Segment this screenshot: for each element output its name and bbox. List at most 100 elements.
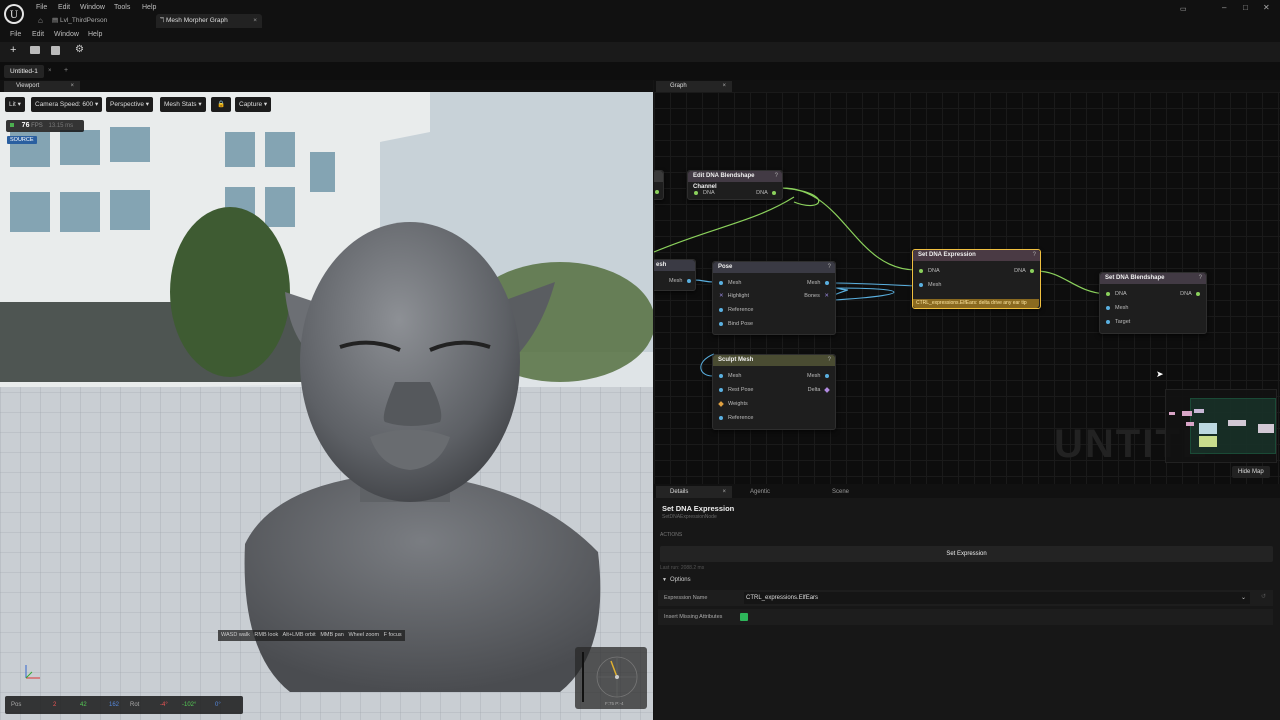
menu-help[interactable]: Help bbox=[142, 4, 156, 11]
menu-file[interactable]: File bbox=[36, 4, 47, 11]
pin-mesh-in[interactable]: Mesh bbox=[1106, 305, 1128, 311]
node-header: Set DNA Blendshape? bbox=[1100, 273, 1206, 284]
menu-edit[interactable]: Edit bbox=[58, 4, 70, 11]
hide-map-button[interactable]: Hide Map bbox=[1232, 466, 1270, 478]
pin-mesh-in[interactable]: Mesh bbox=[719, 280, 741, 286]
home-icon[interactable]: ⌂ bbox=[38, 16, 43, 25]
viewport[interactable]: Lit ▾ Camera Speed: 600 ▾ Perspective ▾ … bbox=[0, 92, 653, 720]
menu-window[interactable]: Window bbox=[80, 4, 105, 11]
settings-icon[interactable]: ⚙ bbox=[75, 44, 84, 55]
pin-delta-out[interactable]: Delta bbox=[808, 386, 830, 393]
source-control-icon[interactable]: ▭ bbox=[1180, 5, 1187, 13]
graph-tab-close-icon[interactable]: × bbox=[722, 81, 726, 92]
hint-item: RMB look bbox=[254, 632, 279, 638]
viewport-tab[interactable]: Viewport × bbox=[4, 81, 80, 92]
rot-y[interactable]: -102° bbox=[182, 696, 196, 714]
unreal-logo[interactable]: U bbox=[4, 4, 24, 24]
perspective-button[interactable]: Perspective ▾ bbox=[106, 97, 154, 112]
node-title: Set DNA Blendshape bbox=[1105, 275, 1165, 281]
submenu-window[interactable]: Window bbox=[54, 31, 79, 38]
tab-agentic[interactable]: Agentic bbox=[750, 486, 770, 498]
pin-dna-in[interactable]: DNA bbox=[919, 268, 940, 274]
lit-button[interactable]: Lit ▾ bbox=[5, 97, 25, 112]
node-set-dna-blendshape[interactable]: Set DNA Blendshape? DNA Mesh Target DNA bbox=[1099, 272, 1207, 334]
pos-z[interactable]: 162 bbox=[109, 696, 119, 714]
pin-mesh-out[interactable]: Mesh bbox=[669, 278, 691, 284]
pin-mesh-out[interactable]: Mesh bbox=[807, 280, 829, 286]
tab-level[interactable]: ▤ Lvl_ThirdPerson bbox=[52, 15, 107, 27]
pin-dna-out[interactable]: DNA bbox=[1014, 268, 1034, 274]
node-graph-canvas[interactable]: UNTITL Edit DNA Blendshape Channel? DNA … bbox=[654, 92, 1280, 484]
maximize-icon[interactable]: □ bbox=[1243, 3, 1248, 12]
close-window-icon[interactable]: ✕ bbox=[1263, 3, 1270, 12]
tab-mesh-morpher[interactable]: ℸ Mesh Morpher Graph × bbox=[156, 14, 262, 28]
node-edit-dna-blendshape-channel[interactable]: Edit DNA Blendshape Channel? DNA DNA bbox=[687, 170, 783, 200]
graph-tab-label: Graph bbox=[670, 83, 687, 89]
add-icon[interactable]: + bbox=[10, 44, 16, 56]
menu-tools[interactable]: Tools bbox=[114, 4, 130, 11]
open-folder-icon[interactable] bbox=[30, 46, 40, 54]
pin-bind-pose-in[interactable]: Bind Pose bbox=[719, 321, 753, 327]
set-expression-button[interactable]: Set Expression bbox=[660, 546, 1273, 562]
minimize-icon[interactable]: – bbox=[1222, 3, 1226, 12]
rot-x[interactable]: -4° bbox=[160, 696, 168, 714]
capture-button[interactable]: Capture ▾ bbox=[235, 97, 272, 112]
pin-target-in[interactable]: Target bbox=[1106, 319, 1130, 325]
mesh-stats-button[interactable]: Mesh Stats ▾ bbox=[160, 97, 206, 112]
pin-dna-out[interactable]: DNA bbox=[756, 190, 776, 196]
help-icon[interactable]: ? bbox=[775, 171, 778, 182]
save-icon[interactable] bbox=[51, 46, 60, 55]
doc-tab-close-icon[interactable]: × bbox=[48, 68, 52, 74]
pin-dna-in[interactable]: DNA bbox=[694, 190, 715, 196]
graph-minimap[interactable] bbox=[1165, 389, 1277, 463]
new-tab-icon[interactable]: + bbox=[64, 67, 68, 74]
camera-speed-button[interactable]: Camera Speed: 600 ▾ bbox=[31, 97, 103, 112]
submenu-help[interactable]: Help bbox=[88, 31, 102, 38]
minimap-node bbox=[1228, 420, 1246, 426]
rot-z[interactable]: 0° bbox=[215, 696, 221, 714]
pin-mesh-in[interactable]: Mesh bbox=[719, 373, 741, 379]
help-icon[interactable]: ? bbox=[1033, 250, 1036, 261]
node-title: Set DNA Expression bbox=[918, 252, 976, 258]
pin-reference-in[interactable]: Reference bbox=[719, 307, 753, 313]
node-sculpt-mesh[interactable]: Sculpt Mesh? Mesh Rest Pose Weights Refe… bbox=[712, 354, 836, 430]
pin-bones-out[interactable]: Bones ✕ bbox=[804, 293, 829, 299]
pin-highlight-in[interactable]: ✕ Highlight bbox=[719, 293, 749, 299]
node-partial-top[interactable] bbox=[654, 170, 664, 200]
node-mesh-partial[interactable]: esh Mesh bbox=[654, 259, 696, 291]
pin-dna-in[interactable]: DNA bbox=[1106, 291, 1127, 297]
pos-x[interactable]: 2 bbox=[53, 696, 56, 714]
graph-tab[interactable]: Graph × bbox=[656, 81, 732, 92]
compass-widget[interactable]: F:75 P:-4 bbox=[575, 647, 647, 709]
last-run-text: Last run: 2088.2 ms bbox=[660, 565, 705, 571]
pin-mesh-in[interactable]: Mesh bbox=[919, 282, 941, 288]
pin-rest-pose-in[interactable]: Rest Pose bbox=[719, 387, 753, 393]
lock-icon[interactable]: 🔒 bbox=[211, 97, 231, 112]
node-partial-head bbox=[654, 171, 663, 182]
node-pose[interactable]: Pose? Mesh ✕ Highlight Reference Bind Pos… bbox=[712, 261, 836, 335]
minimap-node bbox=[1258, 424, 1274, 433]
submenu-edit[interactable]: Edit bbox=[32, 31, 44, 38]
submenu-file[interactable]: File bbox=[10, 31, 21, 38]
pin-mesh-out[interactable]: Mesh bbox=[807, 373, 829, 379]
pin-weights-in[interactable]: Weights bbox=[718, 400, 748, 407]
options-label: Options bbox=[669, 577, 691, 583]
tab-scene[interactable]: Scene bbox=[832, 486, 849, 498]
viewport-tab-close-icon[interactable]: × bbox=[70, 81, 74, 92]
insert-missing-checkbox[interactable] bbox=[740, 613, 748, 621]
tab-details-close-icon[interactable]: × bbox=[722, 486, 726, 498]
help-icon[interactable]: ? bbox=[828, 262, 831, 273]
expression-name-label: Expression Name bbox=[664, 595, 708, 601]
pin-reference-in[interactable]: Reference bbox=[719, 415, 753, 421]
reset-icon[interactable]: ↺ bbox=[1261, 593, 1266, 600]
help-icon[interactable]: ? bbox=[1199, 273, 1202, 284]
tab-details[interactable]: Details × bbox=[656, 486, 732, 498]
pin-dna-out[interactable]: DNA bbox=[1180, 291, 1200, 297]
pos-y[interactable]: 42 bbox=[80, 696, 87, 714]
close-icon[interactable]: × bbox=[253, 14, 257, 28]
node-set-dna-expression[interactable]: Set DNA Expression? DNA Mesh DNA CTRL_ex… bbox=[912, 249, 1041, 309]
expression-name-dropdown[interactable]: CTRL_expressions.ElfEars ⌄ bbox=[744, 592, 1250, 604]
help-icon[interactable]: ? bbox=[828, 355, 831, 366]
options-section-header[interactable]: ▼ Options bbox=[662, 577, 691, 583]
doc-tab-untitled[interactable]: Untitled-1 bbox=[4, 65, 44, 78]
